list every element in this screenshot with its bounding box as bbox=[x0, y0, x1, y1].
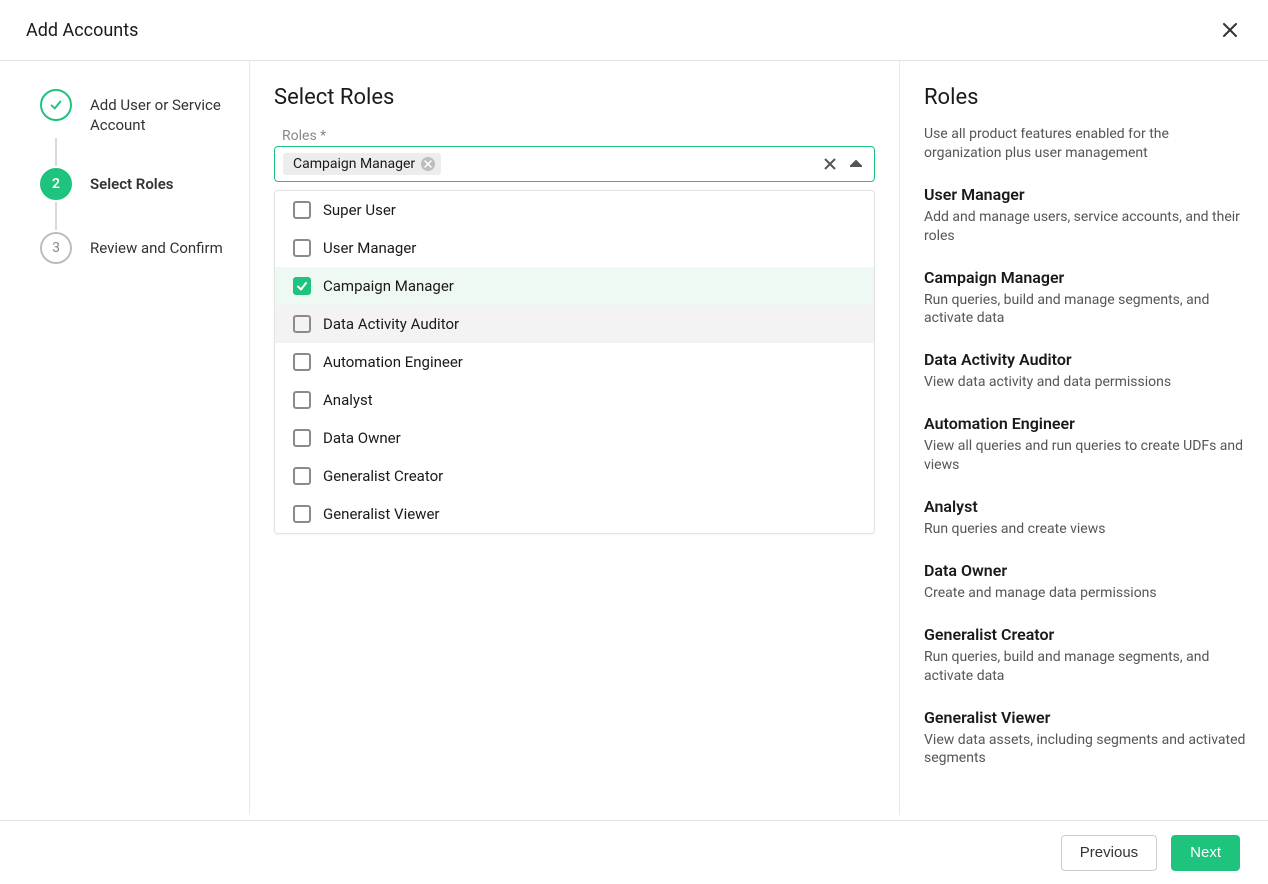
role-name: Analyst bbox=[924, 497, 1246, 516]
previous-button[interactable]: Previous bbox=[1061, 835, 1157, 871]
step-label: Add User or Service Account bbox=[90, 89, 233, 136]
close-icon bbox=[424, 160, 432, 168]
role-name: Generalist Viewer bbox=[924, 708, 1246, 727]
checkbox[interactable] bbox=[293, 467, 311, 485]
role-info-generalist-viewer: Generalist Viewer View data assets, incl… bbox=[924, 708, 1246, 769]
role-option-super-user[interactable]: Super User bbox=[275, 191, 874, 229]
option-label: Super User bbox=[323, 201, 396, 219]
clear-all-button[interactable] bbox=[820, 154, 840, 174]
role-name: Automation Engineer bbox=[924, 414, 1246, 433]
checkbox[interactable] bbox=[293, 353, 311, 371]
dialog-header: Add Accounts bbox=[0, 0, 1268, 61]
check-icon bbox=[49, 98, 63, 112]
checkbox[interactable] bbox=[293, 201, 311, 219]
dialog-footer: Previous Next bbox=[0, 820, 1268, 884]
chevron-up-icon bbox=[850, 158, 862, 170]
option-label: Automation Engineer bbox=[323, 353, 463, 371]
info-title: Roles bbox=[924, 85, 1246, 110]
wizard-stepper: Add User or Service Account 2 Select Rol… bbox=[0, 61, 250, 815]
role-desc: Run queries, build and manage segments, … bbox=[924, 648, 1246, 686]
role-info-data-owner: Data Owner Create and manage data permis… bbox=[924, 561, 1246, 603]
step-select-roles: 2 Select Roles bbox=[40, 168, 233, 200]
roles-dropdown: Super User User Manager Campaign Manager… bbox=[274, 190, 875, 534]
select-roles-panel: Select Roles Roles * Campaign Manager Su… bbox=[250, 61, 899, 815]
role-desc: Add and manage users, service accounts, … bbox=[924, 208, 1246, 246]
close-button[interactable] bbox=[1218, 18, 1242, 42]
role-name: Campaign Manager bbox=[924, 268, 1246, 287]
close-icon bbox=[1223, 23, 1237, 37]
checkbox[interactable] bbox=[293, 277, 311, 295]
checkbox[interactable] bbox=[293, 391, 311, 409]
role-info-automation-engineer: Automation Engineer View all queries and… bbox=[924, 414, 1246, 475]
role-option-generalist-viewer[interactable]: Generalist Viewer bbox=[275, 495, 874, 533]
role-desc: Create and manage data permissions bbox=[924, 584, 1246, 603]
selected-role-chip: Campaign Manager bbox=[283, 153, 441, 175]
role-option-analyst[interactable]: Analyst bbox=[275, 381, 874, 419]
step-active-icon: 2 bbox=[40, 168, 72, 200]
role-desc: View data assets, including segments and… bbox=[924, 731, 1246, 769]
role-desc: Run queries, build and manage segments, … bbox=[924, 291, 1246, 329]
roles-info-scroll[interactable]: Super User Use all product features enab… bbox=[924, 128, 1246, 815]
chip-label: Campaign Manager bbox=[293, 156, 415, 172]
role-desc: View data activity and data permissions bbox=[924, 373, 1246, 392]
step-connector bbox=[55, 138, 57, 166]
checkbox[interactable] bbox=[293, 505, 311, 523]
option-label: User Manager bbox=[323, 239, 416, 257]
step-label: Review and Confirm bbox=[90, 232, 223, 258]
checkbox[interactable] bbox=[293, 315, 311, 333]
role-desc: Use all product features enabled for the… bbox=[924, 128, 1246, 163]
next-button[interactable]: Next bbox=[1171, 835, 1240, 871]
role-name: Data Owner bbox=[924, 561, 1246, 580]
role-info-data-activity-auditor: Data Activity Auditor View data activity… bbox=[924, 350, 1246, 392]
role-option-generalist-creator[interactable]: Generalist Creator bbox=[275, 457, 874, 495]
role-name: User Manager bbox=[924, 185, 1246, 204]
step-connector bbox=[55, 202, 57, 230]
step-label: Select Roles bbox=[90, 168, 173, 194]
roles-info-panel: Roles Super User Use all product feature… bbox=[899, 61, 1268, 815]
role-option-data-owner[interactable]: Data Owner bbox=[275, 419, 874, 457]
checkbox[interactable] bbox=[293, 239, 311, 257]
chip-remove-button[interactable] bbox=[421, 157, 435, 171]
close-icon bbox=[824, 158, 836, 170]
role-info-super-user: Super User Use all product features enab… bbox=[924, 128, 1246, 163]
role-name: Generalist Creator bbox=[924, 625, 1246, 644]
option-label: Data Owner bbox=[323, 429, 401, 447]
step-add-user: Add User or Service Account bbox=[40, 89, 233, 136]
role-desc: View all queries and run queries to crea… bbox=[924, 437, 1246, 475]
option-label: Generalist Creator bbox=[323, 467, 443, 485]
role-option-campaign-manager[interactable]: Campaign Manager bbox=[275, 267, 874, 305]
option-label: Data Activity Auditor bbox=[323, 315, 459, 333]
checkbox[interactable] bbox=[293, 429, 311, 447]
role-desc: Run queries and create views bbox=[924, 520, 1246, 539]
role-info-analyst: Analyst Run queries and create views bbox=[924, 497, 1246, 539]
step-pending-icon: 3 bbox=[40, 232, 72, 264]
role-info-campaign-manager: Campaign Manager Run queries, build and … bbox=[924, 268, 1246, 329]
option-label: Generalist Viewer bbox=[323, 505, 439, 523]
role-option-automation-engineer[interactable]: Automation Engineer bbox=[275, 343, 874, 381]
role-info-generalist-creator: Generalist Creator Run queries, build an… bbox=[924, 625, 1246, 686]
dialog-title: Add Accounts bbox=[26, 20, 138, 41]
step-complete-icon bbox=[40, 89, 72, 121]
role-option-user-manager[interactable]: User Manager bbox=[275, 229, 874, 267]
roles-field-label: Roles * bbox=[282, 128, 875, 144]
roles-multiselect[interactable]: Campaign Manager bbox=[274, 146, 875, 182]
role-info-user-manager: User Manager Add and manage users, servi… bbox=[924, 185, 1246, 246]
role-option-data-activity-auditor[interactable]: Data Activity Auditor bbox=[275, 305, 874, 343]
option-label: Analyst bbox=[323, 391, 373, 409]
role-name: Data Activity Auditor bbox=[924, 350, 1246, 369]
option-label: Campaign Manager bbox=[323, 277, 454, 295]
step-review: 3 Review and Confirm bbox=[40, 232, 233, 264]
section-title: Select Roles bbox=[274, 85, 875, 110]
dropdown-toggle[interactable] bbox=[846, 154, 866, 174]
